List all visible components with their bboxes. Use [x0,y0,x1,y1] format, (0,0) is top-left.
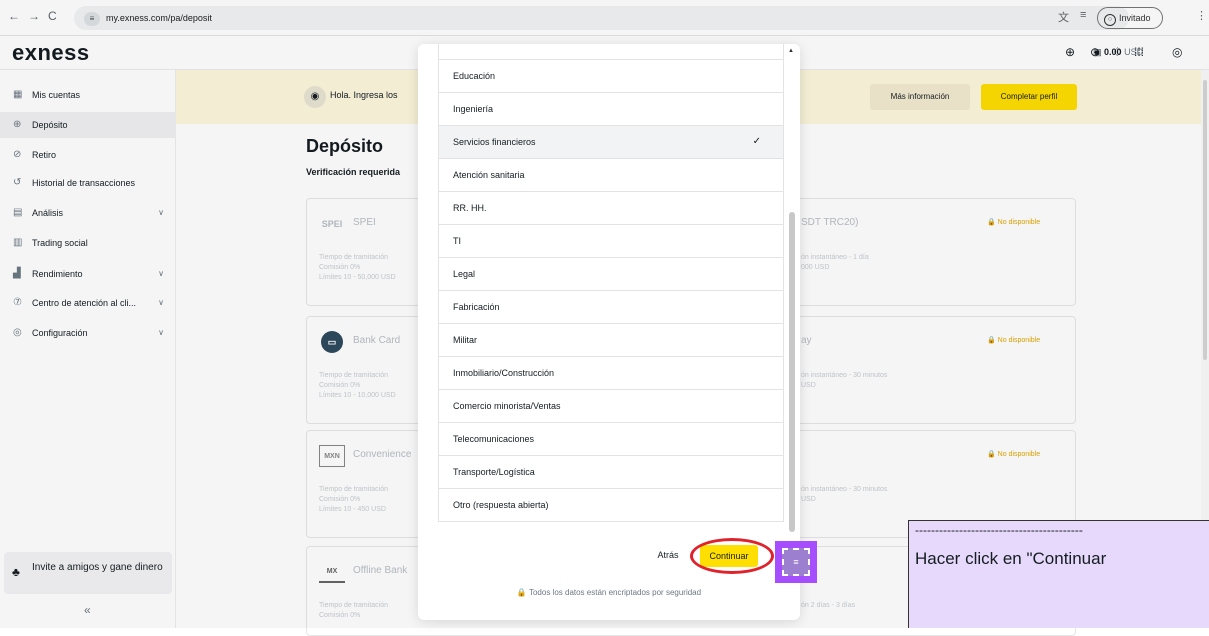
option-label: Telecomunicaciones [453,434,535,444]
list-item[interactable]: Inmobiliario/Construcción [438,357,784,390]
list-item[interactable]: Atención sanitaria [438,159,784,192]
annotation-dashes: ----------------------------------------… [915,523,1083,537]
highlight-ring [690,538,774,574]
list-item[interactable]: Comercio minorista/Ventas [438,390,784,423]
list-scrollbar-thumb[interactable] [789,212,795,532]
list-item[interactable]: Legal [438,258,784,291]
option-label: Servicios financieros [453,137,536,147]
list-item[interactable]: RR. HH. [438,192,784,225]
list-item[interactable]: Fabricación [438,291,784,324]
list-item[interactable]: Otro (respuesta abierta) [438,489,784,522]
list-item[interactable]: TI [438,225,784,258]
list-item[interactable]: Telecomunicaciones [438,423,784,456]
list-item[interactable]: Educación [438,60,784,93]
option-label: Ingeniería [453,104,494,114]
option-label: Militar [453,335,477,345]
list-item-selected[interactable]: Servicios financieros ✓ [438,126,784,159]
option-label: TI [453,236,461,246]
industry-select-modal: Educación Ingeniería Servicios financier… [418,44,800,620]
option-label: Educación [453,71,496,81]
annotation-text: Hacer click en "Continuar [915,549,1107,568]
option-label: Comercio minorista/Ventas [453,401,561,411]
security-note-text: Todos los datos están encriptados por se… [528,588,702,597]
click-marker: ≡ [775,541,817,583]
option-label: RR. HH. [453,203,487,213]
scroll-up-arrow-icon[interactable]: ▲ [788,48,794,54]
option-label: Atención sanitaria [453,170,525,180]
list-item-partial[interactable] [438,44,784,60]
checkmark-icon: ✓ [752,136,761,147]
back-button[interactable]: Atrás [643,544,693,566]
option-label: Transporte/Logística [453,467,535,477]
cursor-target-icon: ≡ [782,548,810,576]
list-item[interactable]: Transporte/Logística [438,456,784,489]
option-label: Otro (respuesta abierta) [453,500,549,510]
list-item[interactable]: Ingeniería [438,93,784,126]
lock-icon: 🔒 [516,588,527,597]
option-label: Fabricación [453,302,500,312]
security-note: 🔒 Todos los datos están encriptados por … [418,588,800,597]
option-label: Inmobiliario/Construcción [453,368,555,378]
option-label: Legal [453,269,476,279]
instruction-annotation: ----------------------------------------… [908,520,1209,628]
list-item[interactable]: Militar [438,324,784,357]
